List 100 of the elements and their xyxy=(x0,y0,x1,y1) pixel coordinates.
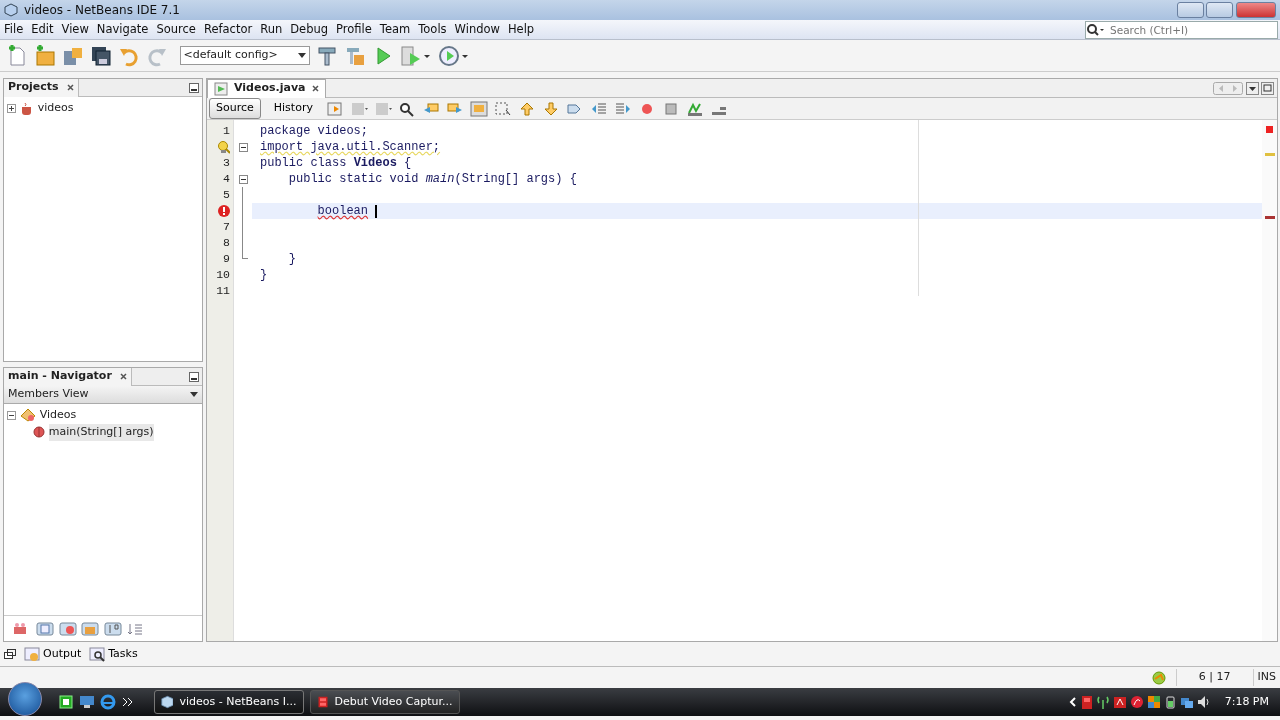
close-icon[interactable] xyxy=(119,373,127,380)
minimize-button[interactable] xyxy=(1176,2,1204,18)
code-line: } xyxy=(287,251,296,268)
menu-item[interactable]: Profile xyxy=(332,20,376,39)
cube-icon xyxy=(160,694,174,710)
dropdown-arrow-icon[interactable] xyxy=(190,392,198,397)
view-dropdown[interactable]: Members View xyxy=(4,386,202,404)
filter-icon[interactable] xyxy=(57,620,78,637)
hammer-icon[interactable] xyxy=(315,44,338,67)
profile-icon[interactable] xyxy=(437,44,470,67)
code-line: import java.util.Scanner; xyxy=(260,139,441,156)
restore-icon[interactable] xyxy=(4,649,16,659)
selection-icon[interactable] xyxy=(493,100,512,117)
dropdown-arrow-icon[interactable] xyxy=(297,53,306,58)
film-icon[interactable] xyxy=(1079,694,1094,710)
chevron-left-icon[interactable] xyxy=(1068,697,1077,707)
menu-item[interactable]: Navigate xyxy=(92,20,153,39)
menu-item[interactable]: Source xyxy=(152,20,200,39)
editor-tab[interactable]: Videos.java xyxy=(207,78,326,98)
search-icon[interactable] xyxy=(1086,22,1106,37)
save-all-icon[interactable] xyxy=(90,44,112,67)
tree-item[interactable]: main(String[] args) xyxy=(48,424,154,441)
menu-item[interactable]: Refactor xyxy=(199,20,257,39)
fold-toggle[interactable] xyxy=(238,174,248,184)
shift-right-icon[interactable] xyxy=(613,100,632,117)
app-icon xyxy=(4,3,18,17)
view-tab[interactable]: Source xyxy=(209,98,261,119)
line-number: 11 xyxy=(216,283,230,300)
expand-toggle[interactable] xyxy=(6,410,16,420)
minimize-icon[interactable] xyxy=(189,371,200,382)
code-line: boolean xyxy=(316,203,369,220)
clock: 7:18 PM xyxy=(1224,693,1269,710)
speaker-icon[interactable] xyxy=(1196,694,1211,710)
close-icon[interactable] xyxy=(66,84,74,91)
restore-button[interactable] xyxy=(1206,2,1234,18)
tray-app-icon[interactable] xyxy=(1113,694,1128,710)
method-icon xyxy=(32,426,45,439)
error-icon[interactable] xyxy=(218,205,230,217)
menu-item[interactable]: File xyxy=(0,20,28,39)
filter-icon[interactable] xyxy=(103,620,123,637)
globe-icon xyxy=(1151,670,1166,685)
menu-item[interactable]: Tools xyxy=(414,20,451,39)
line-number: 3 xyxy=(223,155,230,172)
battery-icon[interactable] xyxy=(1163,694,1178,710)
filter-icon[interactable] xyxy=(34,620,55,637)
search-icon[interactable] xyxy=(397,100,416,117)
panel-tab[interactable]: Tasks xyxy=(89,645,138,663)
debug-icon[interactable] xyxy=(399,44,432,67)
line-number: 9 xyxy=(223,251,230,268)
line-number: 5 xyxy=(223,187,230,204)
menu-item[interactable]: Debug xyxy=(286,20,333,39)
view-tab[interactable]: History xyxy=(266,98,320,119)
start-button[interactable] xyxy=(8,682,42,716)
minimize-icon[interactable] xyxy=(189,82,200,93)
monitor-icon[interactable] xyxy=(78,695,95,709)
java-file-icon xyxy=(214,81,228,96)
code-line: } xyxy=(260,267,268,284)
line-number: 4 xyxy=(223,171,230,188)
fold-toggle[interactable] xyxy=(238,142,248,152)
code-line: public static void main(String[] args) { xyxy=(287,171,577,188)
back-icon[interactable] xyxy=(325,100,344,117)
window-title: videos - NetBeans IDE 7.1 xyxy=(24,2,180,19)
overflow-chevron-icon[interactable] xyxy=(121,697,134,707)
config-dropdown[interactable]: <default config> xyxy=(179,46,310,65)
output-window-icon xyxy=(24,646,40,662)
highlight-icon[interactable] xyxy=(469,100,488,117)
launcher-icon[interactable] xyxy=(59,695,73,709)
tasks-window-icon xyxy=(89,646,106,662)
antenna-icon[interactable] xyxy=(1096,694,1111,710)
tree-item[interactable]: videos xyxy=(37,100,74,117)
browser-icon[interactable] xyxy=(100,694,116,710)
coffee-cup-icon xyxy=(19,101,34,115)
line-number: 8 xyxy=(223,235,230,252)
menu-item[interactable]: Help xyxy=(503,20,539,39)
insert-mode: INS xyxy=(1252,669,1276,686)
search-field[interactable]: Search (Ctrl+I) xyxy=(1085,20,1278,39)
taskbar-button[interactable]: Debut Video Captur... xyxy=(309,690,460,714)
line-number: 1 xyxy=(223,123,230,140)
panel-tab[interactable]: Output xyxy=(24,645,82,663)
blocks-icon[interactable] xyxy=(1146,694,1161,710)
close-icon[interactable] xyxy=(311,85,319,92)
code-line: package videos; xyxy=(260,123,369,140)
filter-icon[interactable] xyxy=(80,620,101,637)
close-button[interactable] xyxy=(1236,2,1276,18)
tab-list-icon[interactable] xyxy=(1245,81,1259,95)
tree-item[interactable]: Videos xyxy=(39,407,77,424)
taskbar-button[interactable]: videos - NetBeans I... xyxy=(153,690,304,714)
menu-item[interactable]: Window xyxy=(450,20,504,39)
swirl-icon[interactable] xyxy=(1129,694,1144,710)
lightbulb-icon[interactable] xyxy=(218,140,230,154)
menu-item[interactable]: Team xyxy=(375,20,415,39)
code-line: public class Videos { xyxy=(260,155,412,172)
expand-toggle[interactable] xyxy=(6,103,16,113)
menu-item[interactable]: Edit xyxy=(27,20,58,39)
new-file-icon[interactable] xyxy=(6,44,28,67)
new-folder-icon[interactable] xyxy=(34,44,56,67)
error-stripe-mark[interactable] xyxy=(1264,216,1275,219)
menu-item[interactable]: Run xyxy=(256,20,287,39)
line-number: 7 xyxy=(223,219,230,236)
menu-item[interactable]: View xyxy=(57,20,93,39)
